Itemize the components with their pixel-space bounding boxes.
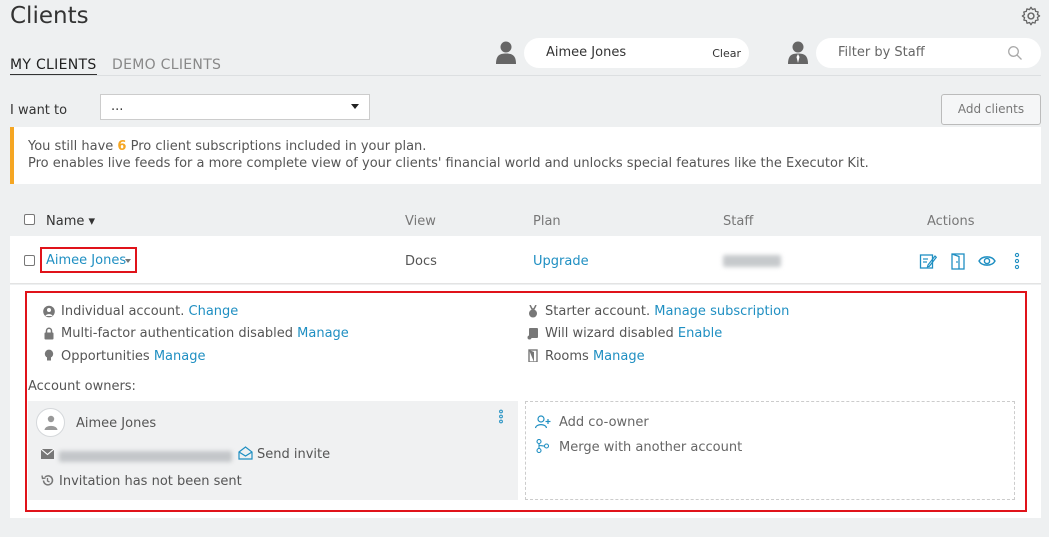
name-column-header[interactable]: Name ▾ <box>46 214 95 229</box>
staff-column-header: Staff <box>723 214 754 229</box>
staff-cell-redacted <box>723 255 781 267</box>
table-row: Aimee Jones Docs Upgrade <box>10 236 1041 284</box>
chevron-down-icon <box>125 259 131 263</box>
action-select[interactable]: ... <box>100 94 370 120</box>
client-name[interactable]: Aimee Jones <box>46 253 126 268</box>
person-icon <box>496 41 516 64</box>
select-all-checkbox[interactable] <box>24 214 35 225</box>
i-want-to-label: I want to <box>10 103 68 118</box>
client-name-link[interactable]: Aimee Jones <box>40 247 137 273</box>
action-select-value: ... <box>111 99 124 114</box>
row-checkbox[interactable] <box>24 255 35 266</box>
client-filter-value: Aimee Jones <box>546 45 627 60</box>
tab-my-clients[interactable]: MY CLIENTS <box>10 57 97 76</box>
highlight-box <box>25 291 1027 512</box>
caret-down-icon <box>351 104 359 109</box>
client-filter[interactable]: Aimee Jones Clear <box>524 38 749 68</box>
tab-demo-clients[interactable]: DEMO CLIENTS <box>112 57 221 73</box>
staff-filter-placeholder: Filter by Staff <box>838 45 925 60</box>
staff-filter-input[interactable]: Filter by Staff <box>816 38 1041 68</box>
plan-column-header: Plan <box>533 214 561 229</box>
upgrade-link[interactable]: Upgrade <box>533 254 589 269</box>
page-title: Clients <box>10 3 89 29</box>
notice-line-1: You still have 6 Pro client subscription… <box>28 139 427 154</box>
staff-icon <box>788 41 808 64</box>
view-column-header: View <box>405 214 436 229</box>
eye-icon[interactable] <box>978 252 996 270</box>
door-icon[interactable] <box>949 252 967 270</box>
tab-divider <box>10 75 1041 76</box>
edit-document-icon[interactable] <box>919 252 937 270</box>
gear-icon[interactable] <box>1020 5 1042 27</box>
view-cell: Docs <box>405 254 437 269</box>
clear-button[interactable]: Clear <box>712 47 741 60</box>
subscription-notice: You still have 6 Pro client subscription… <box>10 127 1041 184</box>
more-vertical-icon[interactable] <box>1008 252 1026 270</box>
notice-line-2: Pro enables live feeds for a more comple… <box>28 156 869 171</box>
actions-column-header: Actions <box>927 214 975 229</box>
search-icon <box>1008 46 1022 60</box>
add-clients-button[interactable]: Add clients <box>941 94 1041 125</box>
